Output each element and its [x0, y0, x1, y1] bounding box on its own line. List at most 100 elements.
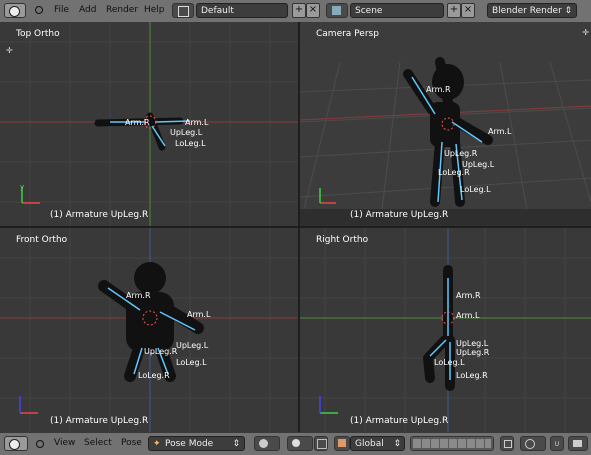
viewport-footer-camera: (1) Armature UpLeg.R: [350, 210, 449, 220]
character-mesh[interactable]: [423, 265, 455, 391]
delete-layout-button[interactable]: ×: [306, 3, 320, 18]
bone-label-arm-r: Arm.R: [426, 85, 451, 94]
magnet-icon: ∪: [554, 439, 560, 448]
viewport-top-ortho[interactable]: Arm.L Arm.R UpLeg.L LoLeg.L y Top Ortho …: [0, 22, 298, 226]
add-scene-button[interactable]: +: [447, 3, 461, 18]
screen-layout-icon-button[interactable]: [172, 3, 194, 18]
lock-icon: [504, 440, 512, 448]
viewport-shading-dropdown[interactable]: [254, 436, 280, 451]
scene-field[interactable]: Scene: [350, 3, 444, 18]
viewport-label-front: Front Ortho: [16, 235, 68, 245]
close-icon: ×: [463, 4, 473, 15]
lock-layers-button[interactable]: [500, 436, 514, 451]
bone-label-loleg-r: LoLeg.R: [138, 371, 170, 380]
layers-grid-icon: [413, 439, 491, 448]
viewport-label-top: Top Ortho: [16, 29, 60, 39]
screen-layout-field[interactable]: Default: [196, 3, 288, 18]
viewport-label-camera: Camera Persp: [316, 29, 379, 39]
viewport-camera-persp[interactable]: Arm.R Arm.L UpLeg.R UpLeg.L LoLeg.R LoLe…: [300, 22, 591, 226]
bone-label-loleg-l: LoLeg.L: [175, 139, 206, 148]
properties-toggle-icon[interactable]: ✛: [582, 28, 589, 37]
snap-toggle[interactable]: ∪: [550, 436, 564, 451]
layout-grid-icon: [178, 6, 189, 17]
manipulator-icon: [317, 439, 327, 449]
plus-icon: +: [294, 4, 304, 15]
scene-icon-button[interactable]: [326, 3, 348, 18]
menu-help[interactable]: Help: [144, 5, 165, 15]
character-head[interactable]: [134, 262, 166, 294]
chevron-updown-icon: ⇕: [232, 439, 240, 449]
bone-label-upleg-l: UpLeg.L: [170, 128, 203, 137]
axis-y-label: y: [20, 183, 24, 191]
tool-shelf-toggle-icon[interactable]: ✛: [6, 46, 13, 55]
viewport-front-ortho[interactable]: Arm.R Arm.L UpLeg.L UpLeg.R LoLeg.L LoLe…: [0, 228, 298, 432]
close-icon: ×: [308, 4, 318, 15]
proportional-icon: [525, 439, 535, 449]
3d-view-header: View Select Pose ✦ Pose Mode ⇕ Global ⇕ …: [0, 432, 591, 455]
delete-scene-button[interactable]: ×: [461, 3, 475, 18]
orientation-dropdown[interactable]: Global ⇕: [350, 436, 405, 451]
viewport-footer-top: (1) Armature UpLeg.R: [50, 210, 149, 220]
bone-label-loleg-r: LoLeg.R: [438, 168, 470, 177]
orientation-label: Global: [355, 439, 384, 449]
grid-camera: Arm.R Arm.L UpLeg.R UpLeg.L LoLeg.R LoLe…: [300, 57, 591, 226]
bone-label-loleg-r: LoLeg.R: [456, 371, 488, 380]
menu-pose[interactable]: Pose: [121, 438, 142, 448]
bone-label-arm-l: Arm.L: [185, 118, 209, 127]
viewport-footer-right: (1) Armature UpLeg.R: [350, 416, 449, 426]
bone-label-upleg-r: UpLeg.R: [144, 347, 178, 356]
bone-label-arm-l: Arm.L: [488, 127, 512, 136]
collapse-menu-icon[interactable]: [36, 440, 44, 448]
grid-top: Arm.L Arm.R UpLeg.L LoLeg.L y: [0, 22, 298, 226]
mode-dropdown[interactable]: ✦ Pose Mode ⇕: [148, 436, 245, 451]
menu-view[interactable]: View: [54, 438, 75, 448]
bone-label-arm-l: Arm.L: [187, 310, 211, 319]
horizontal-splitter[interactable]: [0, 226, 591, 228]
bone-label-arm-r: Arm.R: [456, 291, 481, 300]
menu-file[interactable]: File: [54, 5, 69, 15]
shading-sphere-icon: [259, 439, 268, 448]
camera-icon: [573, 440, 582, 447]
editor-type-button[interactable]: [4, 3, 26, 18]
collapse-menu-icon[interactable]: [35, 6, 43, 14]
bone-label-loleg-l: LoLeg.L: [434, 358, 465, 367]
bone-label-arm-r: Arm.R: [125, 118, 150, 127]
editor-type-button[interactable]: [4, 436, 28, 451]
render-engine-label: Blender Render: [492, 6, 562, 16]
grid-right: Arm.R Arm.L UpLeg.L UpLeg.R LoLeg.L LoLe…: [300, 228, 591, 432]
menu-add[interactable]: Add: [79, 5, 96, 15]
render-engine-dropdown[interactable]: Blender Render ⇕: [487, 3, 577, 18]
viewport-footer-front: (1) Armature UpLeg.R: [50, 416, 149, 426]
bone-label-upleg-r: UpLeg.R: [456, 348, 490, 357]
chevron-updown-icon: ⇕: [564, 6, 572, 16]
render-preview-button[interactable]: [568, 436, 588, 451]
info-icon: [9, 6, 20, 17]
3d-view-icon: [9, 439, 20, 450]
transform-orientation-icon-button[interactable]: [334, 436, 350, 451]
bone-label-loleg-l: LoLeg.L: [176, 358, 207, 367]
mode-label: Pose Mode: [165, 439, 214, 449]
layer-buttons[interactable]: [410, 436, 494, 451]
add-layout-button[interactable]: +: [292, 3, 306, 18]
pose-mode-icon: ✦: [153, 439, 161, 449]
bone-label-upleg-l: UpLeg.L: [456, 339, 489, 348]
plus-icon: +: [449, 4, 459, 15]
bone-label-loleg-l: LoLeg.L: [460, 185, 491, 194]
pivot-icon: [292, 439, 300, 447]
menu-render[interactable]: Render: [106, 5, 138, 15]
proportional-edit-dropdown[interactable]: [520, 436, 546, 451]
scene-icon: [332, 6, 341, 15]
info-header: File Add Render Help Default + × Scene +…: [0, 0, 591, 23]
manipulator-toggle[interactable]: [314, 436, 328, 451]
bone-label-upleg-l: UpLeg.L: [176, 341, 209, 350]
character-head[interactable]: [432, 64, 464, 100]
viewport-label-right: Right Ortho: [316, 235, 369, 245]
orientation-icon: [338, 439, 346, 447]
pivot-point-dropdown[interactable]: [287, 436, 313, 451]
viewport-right-ortho[interactable]: Arm.R Arm.L UpLeg.L UpLeg.R LoLeg.L LoLe…: [300, 228, 591, 432]
bone-label-arm-r: Arm.R: [126, 291, 151, 300]
menu-select[interactable]: Select: [84, 438, 112, 448]
chevron-updown-icon: ⇕: [393, 439, 401, 449]
grid-front: Arm.R Arm.L UpLeg.L UpLeg.R LoLeg.L LoLe…: [0, 228, 298, 432]
bone-label-upleg-r: UpLeg.R: [444, 149, 478, 158]
